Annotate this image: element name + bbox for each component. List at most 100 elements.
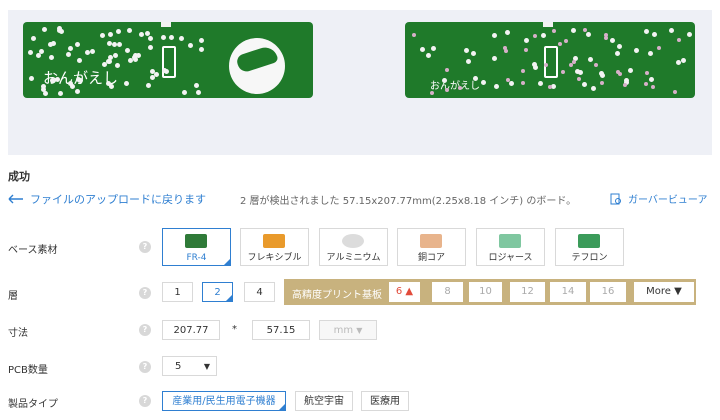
width-input[interactable]: 207.77	[162, 320, 220, 340]
selected-corner-icon	[278, 403, 286, 411]
product-type-aerospace[interactable]: 航空宇宙	[295, 391, 353, 411]
solder-pad	[676, 37, 681, 42]
layers-label: 層	[8, 291, 18, 302]
solder-pad	[521, 69, 526, 74]
mounting-hole	[419, 46, 425, 52]
gerber-viewer-link[interactable]: ガーバービューア	[610, 191, 708, 206]
mounting-hole	[147, 36, 153, 42]
teflon-thumb-icon	[578, 234, 600, 248]
material-rogers[interactable]: ロジャース	[476, 228, 545, 266]
mounting-hole	[28, 75, 34, 81]
product-type-industrial[interactable]: 産業用/民生用電子機器	[162, 391, 286, 411]
flame-icon: ▲	[405, 286, 414, 297]
mounting-hole	[196, 90, 202, 95]
solder-pad	[643, 81, 648, 86]
mounting-hole	[627, 68, 633, 74]
hp-layer-16[interactable]: 16	[590, 282, 626, 302]
mounting-hole	[570, 28, 576, 34]
layer-option-2[interactable]: 2	[202, 282, 233, 302]
mounting-hole	[178, 35, 184, 41]
solder-pad	[593, 62, 598, 67]
mounting-hole	[493, 84, 499, 90]
solder-pad	[564, 38, 569, 43]
mounting-hole	[598, 70, 604, 76]
mounting-hole	[669, 28, 675, 34]
hp-layer-6[interactable]: 6 ▲	[389, 282, 420, 302]
mounting-hole	[582, 81, 588, 87]
help-icon[interactable]: ?	[139, 361, 151, 373]
mounting-hole	[686, 32, 692, 38]
mounting-hole	[675, 60, 681, 66]
mounting-hole	[198, 47, 204, 53]
solder-pad	[657, 45, 662, 50]
mounting-hole	[75, 89, 80, 95]
mounting-hole	[470, 50, 476, 56]
solder-pad	[576, 76, 581, 81]
pcb-preview-panel: おんがえし おんがえし	[8, 10, 712, 155]
high-precision-title: 高精度プリント基板	[292, 290, 382, 301]
solder-pad	[672, 90, 677, 95]
hp-layer-14[interactable]: 14	[550, 282, 586, 302]
solder-pad	[604, 36, 609, 41]
help-icon[interactable]: ?	[139, 287, 151, 299]
pcb-qty-select[interactable]: 5 ▼	[162, 356, 217, 376]
help-icon[interactable]: ?	[139, 395, 151, 407]
solder-pad	[444, 87, 449, 92]
usb-connector	[161, 22, 171, 27]
board-slot	[544, 46, 558, 78]
mounting-hole	[492, 55, 498, 61]
gerber-viewer-icon	[610, 193, 621, 204]
usb-connector	[543, 22, 553, 27]
mounting-hole	[633, 48, 639, 54]
mounting-hole	[75, 76, 81, 82]
back-to-upload-link[interactable]: ファイルのアップロードに戻ります	[8, 191, 206, 207]
copper-thumb-icon	[420, 234, 442, 248]
mounting-hole	[466, 59, 472, 65]
back-arrow-icon	[8, 194, 23, 204]
aluminum-thumb-icon	[342, 234, 364, 248]
mounting-hole	[139, 31, 145, 37]
mounting-hole	[126, 27, 132, 33]
solder-pad	[532, 34, 537, 39]
mounting-hole	[181, 89, 187, 95]
material-aluminum[interactable]: アルミニウム	[319, 228, 388, 266]
mounting-hole	[587, 57, 593, 63]
material-flexible[interactable]: フレキシブル	[240, 228, 309, 266]
product-type-medical[interactable]: 医療用	[361, 391, 409, 411]
material-fr4[interactable]: FR-4	[162, 228, 231, 266]
layer-option-1[interactable]: 1	[162, 282, 193, 302]
chevron-down-icon: ▼	[356, 326, 363, 335]
pcb-back-preview: おんがえし	[405, 22, 695, 98]
solder-pad	[506, 77, 510, 82]
solder-pad	[411, 32, 416, 37]
mounting-hole	[537, 81, 543, 87]
height-input[interactable]: 57.15	[252, 320, 310, 340]
mounting-hole	[49, 78, 55, 84]
material-copper-core[interactable]: 銅コア	[397, 228, 466, 266]
mounting-hole	[145, 31, 151, 37]
solder-pad	[445, 68, 450, 73]
solder-pad	[618, 71, 623, 76]
help-icon[interactable]: ?	[139, 324, 151, 336]
mounting-hole	[57, 91, 63, 97]
layer-option-4[interactable]: 4	[244, 282, 275, 302]
mounting-hole	[648, 50, 654, 56]
mounting-hole	[99, 33, 105, 39]
hp-layer-12[interactable]: 12	[510, 282, 545, 302]
hp-layer-10[interactable]: 10	[469, 282, 502, 302]
mounting-hole	[472, 76, 478, 82]
mounting-hole	[540, 32, 546, 38]
mounting-hole	[65, 51, 71, 57]
more-layers-button[interactable]: More ▼	[634, 282, 694, 302]
hp-layer-8[interactable]: 8	[432, 282, 463, 302]
help-icon[interactable]: ?	[139, 241, 151, 253]
mounting-hole	[154, 72, 160, 78]
material-teflon[interactable]: テフロン	[555, 228, 624, 266]
product-type-label: 製品タイプ	[8, 399, 58, 410]
mounting-hole	[115, 63, 121, 68]
mounting-hole	[43, 91, 49, 97]
mounting-hole	[125, 47, 131, 53]
solder-pad	[622, 82, 627, 87]
mounting-hole	[51, 40, 57, 46]
mounting-hole	[68, 45, 74, 51]
